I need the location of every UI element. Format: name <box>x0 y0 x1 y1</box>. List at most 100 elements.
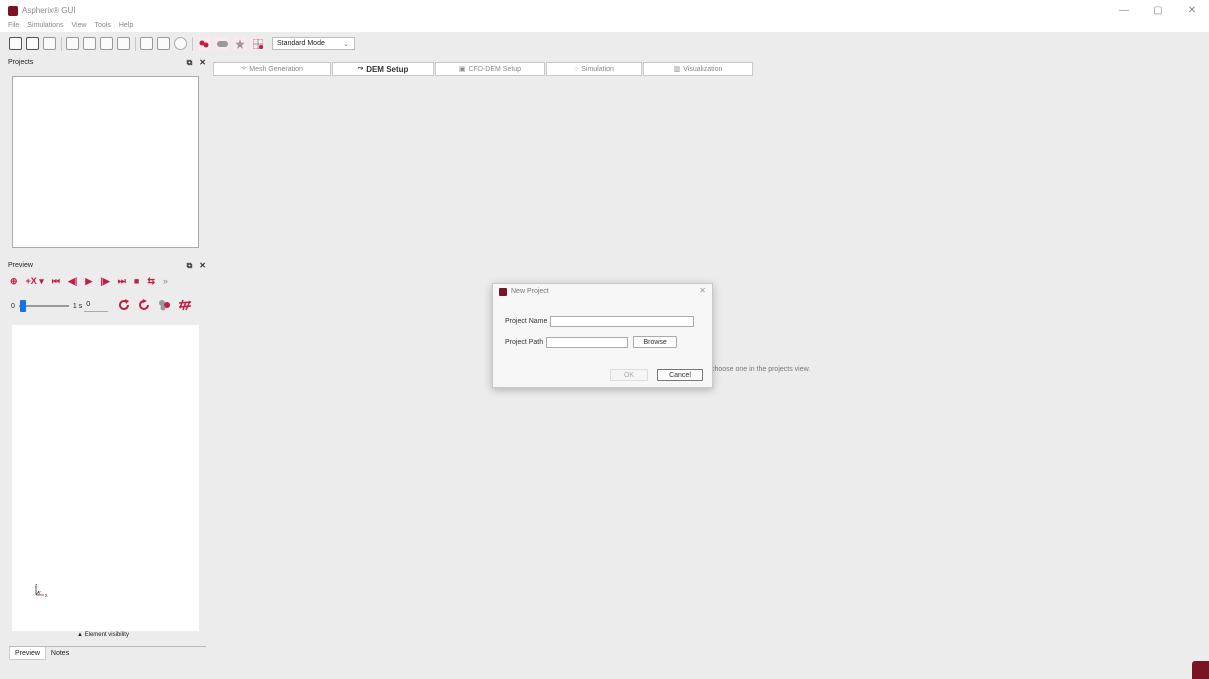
browse-button[interactable]: Browse <box>633 336 678 348</box>
projects-panel-header: Projects ⧉ ✕ <box>8 57 206 68</box>
slider-min-label: 0 <box>11 302 15 310</box>
project-path-input[interactable] <box>546 336 629 348</box>
step-mesh-generation[interactable]: ⟢ Mesh Generation <box>213 62 331 76</box>
particles-settings-icon[interactable] <box>158 299 171 314</box>
toolbar-separator <box>61 36 62 51</box>
simulation-icon: ◌ <box>574 65 579 73</box>
dialog-title: New Project <box>511 288 549 295</box>
mode-select[interactable]: Standard Mode ⌄ <box>272 37 355 50</box>
playback-toolbar: ⊕ +X ▾ ⏮ ◀| ▶ |▶ ⏭ ■ ⇆ » <box>10 274 176 288</box>
play-icon[interactable]: ▶ <box>85 276 92 287</box>
overflow-icon[interactable]: » <box>163 276 168 286</box>
step-forward-icon[interactable]: |▶ <box>100 276 109 287</box>
dem-setup-icon: ⤳ <box>357 65 364 72</box>
reset-view-icon[interactable] <box>118 298 130 314</box>
new-project-icon[interactable] <box>9 37 22 50</box>
menu-tools[interactable]: Tools <box>95 22 111 29</box>
aspherix-logo-icon <box>499 287 507 296</box>
mesh-generation-icon: ⟢ <box>241 65 247 72</box>
close-panel-icon[interactable]: ✕ <box>199 58 206 68</box>
new-project-dialog: New Project ✕ Project Name Project Path … <box>492 283 713 388</box>
corner-logo-icon <box>1192 661 1209 679</box>
tab-preview[interactable]: Preview <box>9 647 46 660</box>
menu-bar: File Simulations View Tools Help <box>0 18 1209 32</box>
preview-panel-title: Preview <box>8 262 33 269</box>
cancel-button[interactable]: Cancel <box>657 369 703 381</box>
refresh-icon[interactable] <box>138 298 150 314</box>
duplicate-icon[interactable] <box>100 37 113 50</box>
close-panel-icon[interactable]: ✕ <box>199 261 206 271</box>
first-frame-icon[interactable]: ⏮ <box>52 276 60 287</box>
step-label: DEM Setup <box>366 64 409 74</box>
chevron-down-icon: ⌄ <box>343 40 349 48</box>
particles-icon[interactable] <box>197 37 211 50</box>
project-name-row: Project Name <box>505 316 695 327</box>
aspherix-logo-icon <box>8 5 18 16</box>
slider-handle[interactable] <box>19 300 26 312</box>
toolbar-separator <box>135 36 136 51</box>
cfd-dem-icon: ▣ <box>458 66 466 73</box>
mesh-grid-icon[interactable] <box>179 299 192 314</box>
projects-list[interactable] <box>12 76 199 248</box>
step-label: Mesh Generation <box>249 65 303 73</box>
capsule-icon[interactable] <box>215 37 229 50</box>
axis-triad-icon: z y x <box>32 583 54 601</box>
ok-button[interactable]: OK <box>610 369 648 381</box>
dialog-button-row: OK Cancel <box>610 369 703 381</box>
projects-panel-title: Projects <box>8 59 34 66</box>
slider-max-label: 1 s <box>72 302 83 310</box>
tab-notes[interactable]: Notes <box>46 647 74 660</box>
dialog-close-icon[interactable]: ✕ <box>699 286 706 295</box>
new-file-icon[interactable] <box>66 37 79 50</box>
save-project-icon[interactable] <box>43 37 56 50</box>
step-back-icon[interactable]: ◀| <box>68 276 77 287</box>
settings-circle-icon[interactable] <box>174 37 187 50</box>
export-icon[interactable] <box>157 37 170 50</box>
step-label: Simulation <box>581 65 614 73</box>
last-frame-icon[interactable]: ⏭ <box>118 276 126 287</box>
visualization-icon: ▥ <box>673 66 681 73</box>
time-input[interactable]: 0 <box>84 301 109 312</box>
time-slider-row: 0 1 s 0 <box>11 298 192 314</box>
zoom-icon[interactable]: ⊕ <box>10 276 18 287</box>
project-name-label: Project Name <box>505 318 548 325</box>
view-axis-dropdown[interactable]: +X ▾ <box>26 276 44 287</box>
menu-view[interactable]: View <box>71 22 86 29</box>
float-panel-icon[interactable]: ⧉ <box>187 261 193 271</box>
window-title: Aspherix® GUI <box>22 6 76 15</box>
step-label: CFD-DEM Setup <box>468 65 522 73</box>
preview-panel-header: Preview ⧉ ✕ <box>8 260 206 271</box>
axis-z-label: z <box>35 583 38 589</box>
step-simulation[interactable]: ◌ Simulation <box>546 62 642 76</box>
toolbar-separator <box>192 36 193 51</box>
star-shape-icon[interactable] <box>233 37 247 50</box>
project-name-input[interactable] <box>550 316 695 327</box>
project-path-label: Project Path <box>505 338 544 346</box>
import-icon[interactable] <box>140 37 153 50</box>
bottom-tab-bar: Preview Notes <box>9 646 206 660</box>
open-project-icon[interactable] <box>26 37 39 50</box>
loop-icon[interactable]: ⇆ <box>147 276 155 287</box>
menu-simulations[interactable]: Simulations <box>27 22 63 29</box>
main-toolbar: Standard Mode ⌄ <box>0 34 1209 53</box>
element-visibility-toggle[interactable]: ▲ Element visibility <box>0 632 206 638</box>
menu-file[interactable]: File <box>8 22 19 29</box>
step-dem-setup[interactable]: ⤳ DEM Setup <box>332 62 434 76</box>
step-label: Visualization <box>683 65 723 73</box>
dialog-title-bar: New Project ✕ <box>493 284 712 299</box>
workflow-steps: ⟢ Mesh Generation ⤳ DEM Setup ▣ CFD-DEM … <box>213 62 754 76</box>
mode-select-value: Standard Mode <box>277 40 325 47</box>
copy-icon[interactable] <box>83 37 96 50</box>
paste-icon[interactable] <box>117 37 130 50</box>
grid-particles-icon[interactable] <box>251 37 265 50</box>
step-visualization[interactable]: ▥ Visualization <box>643 62 753 76</box>
axis-x-label: x <box>45 593 48 599</box>
float-panel-icon[interactable]: ⧉ <box>187 58 193 68</box>
time-slider[interactable] <box>18 300 69 312</box>
project-path-row: Project Path Browse <box>505 336 678 348</box>
preview-viewport[interactable]: z y x <box>12 325 199 631</box>
step-cfd-dem-setup[interactable]: ▣ CFD-DEM Setup <box>435 62 545 76</box>
main-hint-text: choose one in the projects view. <box>711 366 811 373</box>
stop-icon[interactable]: ■ <box>134 276 139 286</box>
menu-help[interactable]: Help <box>119 22 133 29</box>
